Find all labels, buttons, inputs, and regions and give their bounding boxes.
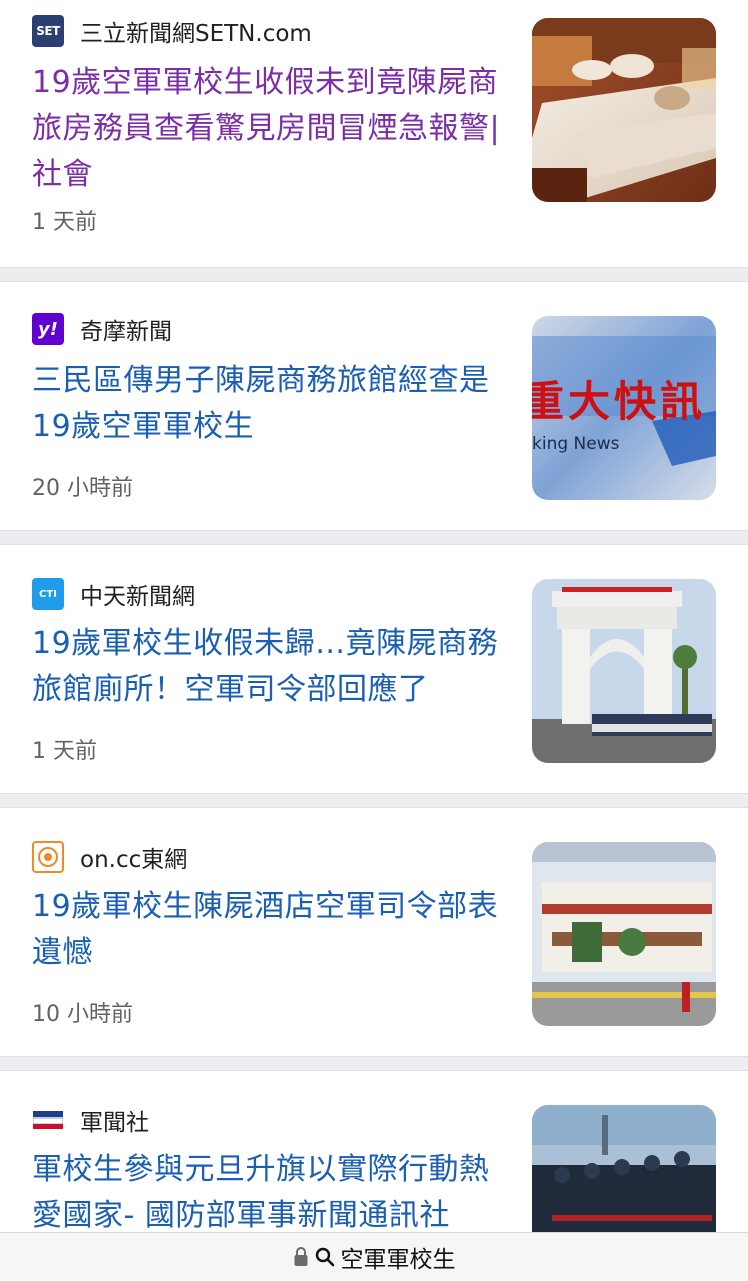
source-name: 三立新聞網SETN.com (80, 21, 312, 47)
ctitv-logo-icon: CTI (32, 578, 64, 610)
lock-icon (294, 1247, 307, 1266)
news-source[interactable]: y! 奇摩新聞 (32, 312, 172, 346)
source-name: on.cc東網 (80, 847, 188, 873)
headline-link[interactable]: 19歲軍校生收假未歸…竟陳屍商務旅館廁所！空軍司令部回應了 (32, 621, 502, 713)
yahoo-logo-icon: y! (32, 313, 64, 345)
headline-link[interactable]: 軍校生參與元旦升旗以實際行動熱愛國家- 國防部軍事新聞通訊社 (32, 1147, 502, 1239)
news-card[interactable]: SET 三立新聞網SETN.com 19歲空軍軍校生收假未到竟陳屍商旅房務員查看… (0, 0, 748, 268)
academy-entrance-image (532, 842, 716, 1026)
source-name: 軍聞社 (80, 1110, 149, 1136)
mnd-flag-icon (33, 1111, 63, 1129)
thumbnail-image[interactable] (532, 18, 716, 202)
setn-logo-icon: SET (32, 15, 64, 47)
search-icon (315, 1247, 334, 1267)
timestamp: 1 天前 (32, 210, 97, 235)
thumbnail-image[interactable] (532, 842, 716, 1026)
thumbnail-image[interactable] (532, 579, 716, 763)
favicon-text: CTI (39, 588, 57, 600)
hotel-room-image (532, 18, 716, 202)
thumbnail-image[interactable]: 重大快訊 king News (532, 316, 716, 500)
headline-link[interactable]: 三民區傳男子陳屍商務旅館經查是19歲空軍軍校生 (32, 358, 502, 450)
news-source[interactable]: SET 三立新聞網SETN.com (32, 14, 312, 48)
address-bar[interactable]: 空軍軍校生 (0, 1232, 748, 1281)
favicon-text: SET (36, 24, 60, 38)
academy-gate-image (532, 579, 716, 763)
source-name: 中天新聞網 (80, 584, 195, 610)
timestamp: 1 天前 (32, 739, 97, 764)
timestamp: 10 小時前 (32, 1002, 133, 1027)
breaking-news-image: 重大快訊 king News (532, 316, 716, 500)
mnd-news-logo-icon (32, 1104, 64, 1136)
address-bar-query[interactable]: 空軍軍校生 (341, 1240, 456, 1274)
breaking-news-subtitle: king News (532, 434, 620, 454)
news-card[interactable]: CTI 中天新聞網 19歲軍校生收假未歸…竟陳屍商務旅館廁所！空軍司令部回應了 … (0, 544, 748, 794)
news-feed: SET 三立新聞網SETN.com 19歲空軍軍校生收假未到竟陳屍商旅房務員查看… (0, 0, 748, 1280)
breaking-news-title: 重大快訊 (532, 377, 706, 426)
news-card[interactable]: y! 奇摩新聞 三民區傳男子陳屍商務旅館經查是19歲空軍軍校生 20 小時前 重… (0, 281, 748, 531)
headline-link[interactable]: 19歲空軍軍校生收假未到竟陳屍商旅房務員查看驚見房間冒煙急報警| 社會 (32, 60, 502, 198)
news-source[interactable]: 軍聞社 (32, 1103, 149, 1137)
timestamp: 20 小時前 (32, 476, 133, 501)
oncc-logo-icon (32, 841, 64, 873)
news-source[interactable]: on.cc東網 (32, 840, 187, 874)
news-source[interactable]: CTI 中天新聞網 (32, 577, 195, 611)
favicon-text: y! (38, 318, 58, 340)
headline-link[interactable]: 19歲軍校生陳屍酒店空軍司令部表遺憾 (32, 884, 502, 976)
source-name: 奇摩新聞 (80, 319, 172, 345)
news-card[interactable]: on.cc東網 19歲軍校生陳屍酒店空軍司令部表遺憾 10 小時前 (0, 807, 748, 1057)
oncc-eye-icon (38, 847, 58, 867)
